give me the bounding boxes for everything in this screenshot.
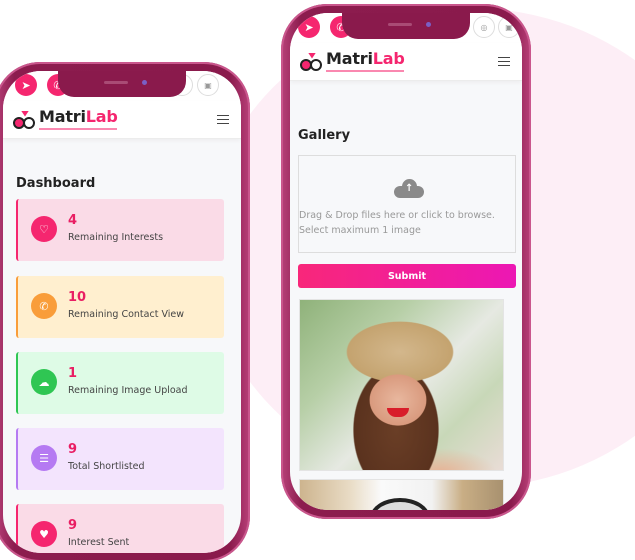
stat-value: 4 [68,213,78,228]
heartbeat-icon: ♥ [31,521,57,547]
cloud-upload-icon: ☁ [31,369,57,395]
stat-label: Interest Sent [68,537,130,548]
telegram-icon[interactable]: ➤ [15,74,37,96]
phone-notch [342,13,470,39]
page-title: Gallery [298,128,351,143]
stat-card-remaining-contact-view[interactable]: ✆ 10 Remaining Contact View [16,276,224,338]
telegram-icon[interactable]: ➤ [298,16,320,38]
navbar: MatriLab [290,43,522,81]
stat-card-remaining-interests[interactable]: ♡ 4 Remaining Interests [16,199,224,261]
stat-label: Remaining Interests [68,232,164,243]
stat-value: 10 [68,290,87,305]
phone-gallery: ➤ ✆ ◎ ▣ MatriLab Gallery ↑ Drag & Drop f… [281,4,531,519]
page-title: Dashboard [16,176,96,191]
logo-name-accent: Lab [85,107,118,126]
file-dropzone[interactable]: ↑ Drag & Drop files here or click to bro… [298,155,516,253]
logo-tagline [39,128,117,130]
gallery-photo[interactable] [299,299,504,471]
rings-logo-icon [300,52,324,71]
linkedin-icon[interactable]: ▣ [197,74,219,96]
dropzone-instructions: Drag & Drop files here or click to brows… [299,210,495,221]
stat-value: 1 [68,366,78,381]
stat-label: Remaining Contact View [68,309,184,320]
cloud-upload-icon: ↑ [394,178,424,198]
stat-label: Remaining Image Upload [68,385,188,396]
stat-card-interest-sent[interactable]: ♥ 9 Interest Sent [16,504,224,553]
logo-tagline [326,70,404,72]
stat-value: 9 [68,518,78,533]
phone-dashboard: ➤ ✆ ◎ ▣ MatriLab Dashboard ♡ 4 Remaining… [0,62,250,560]
instagram-icon[interactable]: ◎ [473,16,495,38]
phone-screen: ➤ ✆ ◎ ▣ MatriLab Dashboard ♡ 4 Remaining… [3,71,241,553]
linkedin-icon[interactable]: ▣ [498,16,520,38]
gallery-photo[interactable] [299,479,504,510]
logo[interactable]: MatriLab [300,51,405,72]
stat-card-total-shortlisted[interactable]: ☰ 9 Total Shortlisted [16,428,224,490]
logo-name-accent: Lab [372,49,405,68]
list-icon: ☰ [31,445,57,471]
hamburger-menu-icon[interactable] [217,114,229,125]
phone-icon: ✆ [31,293,57,319]
stat-card-remaining-image-upload[interactable]: ☁ 1 Remaining Image Upload [16,352,224,414]
logo-name: Matri [39,107,86,126]
stat-value: 9 [68,442,78,457]
hamburger-menu-icon[interactable] [498,56,510,67]
logo[interactable]: MatriLab [13,109,118,130]
heart-icon: ♡ [31,216,57,242]
logo-name: Matri [326,49,373,68]
stat-label: Total Shortlisted [68,461,145,472]
rings-logo-icon [13,110,37,129]
submit-button[interactable]: Submit [298,264,516,288]
phone-notch [58,71,186,97]
phone-screen: ➤ ✆ ◎ ▣ MatriLab Gallery ↑ Drag & Drop f… [290,13,522,510]
navbar: MatriLab [3,101,241,139]
dropzone-limit: Select maximum 1 image [299,225,421,236]
